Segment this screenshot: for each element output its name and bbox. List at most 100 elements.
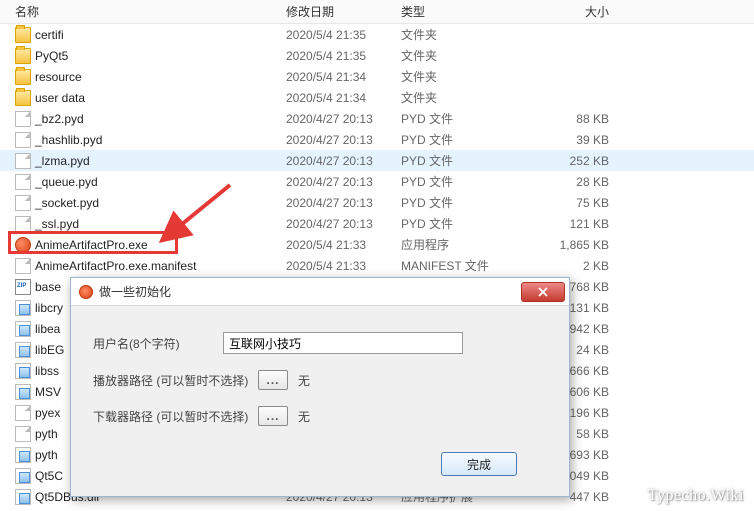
file-name: Qt5C (35, 469, 63, 483)
file-type: 文件夹 (395, 45, 515, 66)
username-label: 用户名(8个字符) (93, 335, 223, 352)
file-icon (15, 195, 31, 211)
file-row[interactable]: certifi 2020/5/4 21:35文件夹 (0, 24, 754, 45)
file-size: 1,865 KB (515, 236, 615, 254)
file-date: 2020/5/4 21:35 (280, 26, 395, 44)
file-row[interactable]: _socket.pyd2020/4/27 20:13PYD 文件75 KB (0, 192, 754, 213)
column-header-date[interactable]: 修改日期 (280, 0, 395, 24)
dialog-titlebar[interactable]: 做一些初始化 (71, 278, 569, 306)
file-size: 28 KB (515, 173, 615, 191)
file-row[interactable]: resource2020/5/4 21:34文件夹 (0, 66, 754, 87)
file-date: 2020/5/4 21:34 (280, 89, 395, 107)
file-name: libss (35, 364, 59, 378)
file-row[interactable]: _bz2.pyd2020/4/27 20:13PYD 文件88 KB (0, 108, 754, 129)
file-size: 2 KB (515, 257, 615, 275)
downloader-browse-button[interactable]: ... (258, 406, 288, 426)
file-type: PYD 文件 (395, 213, 515, 234)
done-button[interactable]: 完成 (441, 452, 517, 476)
file-date: 2020/5/4 21:34 (280, 68, 395, 86)
file-row[interactable]: PyQt5 2020/5/4 21:35文件夹 (0, 45, 754, 66)
downloader-path-label: 下载器路径 (可以暂时不选择) (93, 408, 258, 425)
dialog-body: 用户名(8个字符) 播放器路径 (可以暂时不选择) ... 无 下载器路径 (可… (71, 306, 569, 492)
username-input[interactable] (223, 332, 463, 354)
dll-icon (15, 342, 31, 358)
file-type: PYD 文件 (395, 150, 515, 171)
init-dialog: 做一些初始化 用户名(8个字符) 播放器路径 (可以暂时不选择) ... 无 下… (70, 277, 570, 497)
file-size (515, 54, 615, 58)
file-name: pyth (35, 448, 58, 462)
file-name: libcry (35, 301, 63, 315)
folder-icon (15, 69, 31, 85)
file-row[interactable]: _lzma.pyd 2020/4/27 20:13PYD 文件252 KB (0, 150, 754, 171)
file-name: base (35, 280, 61, 294)
file-icon (15, 216, 31, 232)
column-header-name[interactable]: 名称 (0, 0, 280, 24)
folder-icon (15, 48, 31, 64)
file-type: 文件夹 (395, 24, 515, 45)
file-type: MANIFEST 文件 (395, 255, 515, 276)
file-date: 2020/4/27 20:13 (280, 110, 395, 128)
dll-icon (15, 468, 31, 484)
dll-icon (15, 384, 31, 400)
file-date: 2020/4/27 20:13 (280, 215, 395, 233)
file-type: 文件夹 (395, 66, 515, 87)
column-header-type[interactable]: 类型 (395, 0, 515, 24)
exe-icon (15, 237, 31, 253)
file-date: 2020/4/27 20:13 (280, 152, 395, 170)
file-type: 文件夹 (395, 87, 515, 108)
player-path-value: 无 (298, 372, 310, 389)
file-name: libea (35, 322, 60, 336)
dll-icon (15, 363, 31, 379)
file-type: PYD 文件 (395, 129, 515, 150)
close-button[interactable] (521, 282, 565, 302)
file-name: _lzma.pyd (35, 154, 90, 168)
file-date: 2020/4/27 20:13 (280, 131, 395, 149)
file-name: _queue.pyd (35, 175, 98, 189)
file-size: 88 KB (515, 110, 615, 128)
file-type: PYD 文件 (395, 171, 515, 192)
file-name: _ssl.pyd (35, 217, 79, 231)
file-icon (15, 405, 31, 421)
file-name: pyth (35, 427, 58, 441)
file-row[interactable]: AnimeArtifactPro.exe2020/5/4 21:33应用程序1,… (0, 234, 754, 255)
file-icon (15, 426, 31, 442)
column-header-row: 名称 修改日期 类型 大小 (0, 0, 754, 24)
file-name: AnimeArtifactPro.exe.manifest (35, 259, 196, 273)
file-size (515, 75, 615, 79)
file-size: 121 KB (515, 215, 615, 233)
dll-icon (15, 447, 31, 463)
player-browse-button[interactable]: ... (258, 370, 288, 390)
file-name: pyex (35, 406, 60, 420)
file-icon (15, 258, 31, 274)
dll-icon (15, 321, 31, 337)
file-row[interactable]: user data2020/5/4 21:34文件夹 (0, 87, 754, 108)
file-name: _hashlib.pyd (35, 133, 102, 147)
file-icon (15, 153, 31, 169)
file-size: 39 KB (515, 131, 615, 149)
file-size (515, 96, 615, 100)
file-type: PYD 文件 (395, 192, 515, 213)
file-row[interactable]: AnimeArtifactPro.exe.manifest2020/5/4 21… (0, 255, 754, 276)
file-type: 应用程序 (395, 234, 515, 255)
file-name: certifi (35, 28, 64, 42)
file-row[interactable]: _hashlib.pyd 2020/4/27 20:13PYD 文件39 KB (0, 129, 754, 150)
folder-icon (15, 90, 31, 106)
file-date: 2020/4/27 20:13 (280, 173, 395, 191)
column-header-size[interactable]: 大小 (515, 0, 615, 24)
folder-icon (15, 27, 31, 43)
file-size (515, 33, 615, 37)
player-path-label: 播放器路径 (可以暂时不选择) (93, 372, 258, 389)
file-icon (15, 174, 31, 190)
file-date: 2020/4/27 20:13 (280, 194, 395, 212)
file-date: 2020/5/4 21:35 (280, 47, 395, 65)
file-row[interactable]: _ssl.pyd 2020/4/27 20:13PYD 文件121 KB (0, 213, 754, 234)
file-size: 252 KB (515, 152, 615, 170)
file-name: PyQt5 (35, 49, 68, 63)
downloader-path-value: 无 (298, 408, 310, 425)
file-name: MSV (35, 385, 61, 399)
file-name: AnimeArtifactPro.exe (35, 238, 148, 252)
file-icon (15, 111, 31, 127)
dialog-title: 做一些初始化 (99, 283, 521, 300)
dialog-app-icon (79, 285, 93, 299)
file-row[interactable]: _queue.pyd 2020/4/27 20:13PYD 文件28 KB (0, 171, 754, 192)
